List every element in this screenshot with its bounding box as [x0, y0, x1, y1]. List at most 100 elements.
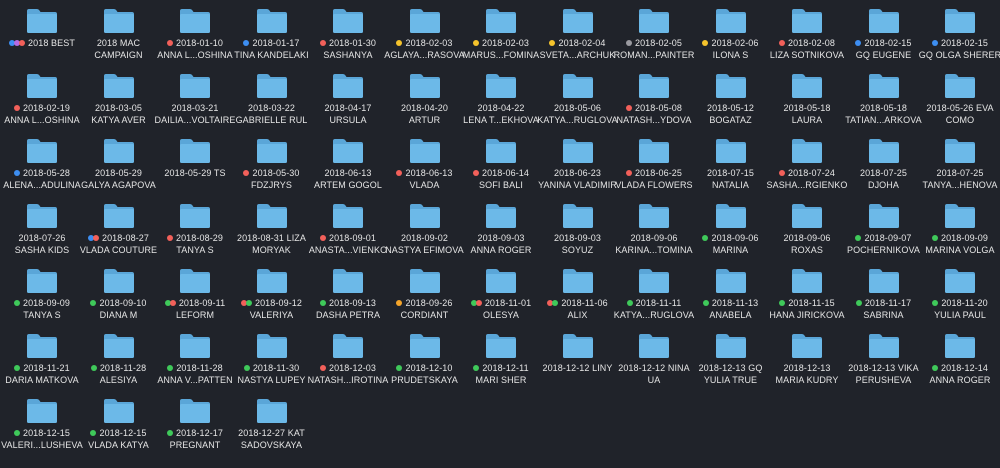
folder-item[interactable]: 2018-09-01 ANASTA...VIENKO	[309, 197, 387, 261]
folder-label[interactable]: 2018-04-22 LENA T...EKHOVA	[457, 102, 545, 126]
folder-icon[interactable]	[26, 267, 58, 294]
folder-icon[interactable]	[868, 137, 900, 164]
folder-label[interactable]: 2018-05-12 BOGATAZ	[687, 102, 775, 126]
folder-icon[interactable]	[791, 7, 823, 34]
folder-icon[interactable]	[409, 267, 441, 294]
folder-label[interactable]: 2018-12-14 ANNA ROGER	[916, 362, 1000, 386]
folder-item[interactable]: 2018-03-21 DAILIA...VOLTAIRE	[155, 67, 235, 131]
folder-item[interactable]: 2018-02-15 GQ EUGENE	[846, 2, 922, 66]
folder-icon[interactable]	[638, 137, 670, 164]
folder-icon[interactable]	[409, 137, 441, 164]
folder-icon[interactable]	[868, 332, 900, 359]
folder-item[interactable]: 2018-09-06 MARINA	[693, 197, 769, 261]
folder-item[interactable]: 2018-02-08 LIZA SOTNIKOVA	[769, 2, 845, 66]
folder-icon[interactable]	[485, 267, 517, 294]
folder-label[interactable]: 2018-12-13 VIKA PERUSHEVA	[840, 362, 928, 386]
folder-label[interactable]: 2018-09-10 DIANA M	[75, 297, 163, 321]
folder-label[interactable]: 2018-02-05 ROMAN...PAINTER	[610, 37, 698, 61]
folder-item[interactable]: 2018-09-03 SOYUZ	[540, 197, 616, 261]
folder-item[interactable]: 2018 MAC CAMPAIGN	[81, 2, 157, 66]
folder-item[interactable]: 2018-02-19 ANNA L...OSHINA	[4, 67, 80, 131]
folder-icon[interactable]	[103, 137, 135, 164]
folder-label[interactable]: 2018-05-29 GALYA AGAPOVA	[75, 167, 163, 191]
folder-icon[interactable]	[256, 202, 288, 229]
folder-item[interactable]: 2018-05-18 TATIAN...ARKOVA	[845, 67, 922, 131]
folder-label[interactable]: 2018-12-15 VALERI...LUSHEVA	[0, 427, 86, 451]
folder-label[interactable]: 2018-05-28 ALENA...ADULINA	[0, 167, 86, 191]
folder-item[interactable]: 2018-05-08 NATASH...YDOVA	[616, 67, 692, 131]
folder-item[interactable]: 2018-11-30 NASTYA LUPEY	[234, 327, 310, 391]
folder-label[interactable]: 2018-09-09 TANYA S	[0, 297, 86, 321]
folder-icon[interactable]	[868, 7, 900, 34]
folder-icon[interactable]	[256, 7, 288, 34]
folder-item[interactable]: 2018-04-17 URSULA	[310, 67, 386, 131]
folder-label[interactable]: 2018-09-03 ANNA ROGER	[457, 232, 545, 256]
folder-label[interactable]: 2018-09-06 MARINA	[687, 232, 775, 256]
folder-label[interactable]: 2018-05-30 FDZJRYS	[228, 167, 316, 191]
folder-label[interactable]: 2018-06-13 VLADA	[381, 167, 469, 191]
folder-icon[interactable]	[944, 137, 976, 164]
folder-icon[interactable]	[638, 72, 670, 99]
folder-item[interactable]: 2018-06-23 YANINA VLADIMIR	[538, 132, 617, 196]
folder-label[interactable]: 2018-09-06 KARINA...TOMINA	[610, 232, 698, 256]
folder-item[interactable]: 2018-08-27 VLADA COUTURE	[80, 197, 157, 261]
folder-label[interactable]: 2018-07-24 SASHA...RGIENKO	[763, 167, 851, 191]
folder-item[interactable]: 2018-09-10 DIANA M	[81, 262, 157, 326]
folder-label[interactable]: 2018-08-29 TANYA S	[151, 232, 239, 256]
folder-item[interactable]: 2018-05-28 ALENA...ADULINA	[3, 132, 81, 196]
folder-item[interactable]: 2018-05-18 LAURA	[769, 67, 845, 131]
folder-label[interactable]: 2018-03-21 DAILIA...VOLTAIRE	[151, 102, 239, 126]
folder-icon[interactable]	[868, 267, 900, 294]
folder-item[interactable]: 2018-07-25 DJOHA	[846, 132, 922, 196]
folder-icon[interactable]	[26, 137, 58, 164]
folder-item[interactable]: 2018-01-30 SASHANYA	[310, 2, 386, 66]
folder-icon[interactable]	[638, 7, 670, 34]
folder-icon[interactable]	[791, 137, 823, 164]
folder-label[interactable]: 2018-04-20 ARTUR	[381, 102, 469, 126]
folder-icon[interactable]	[485, 72, 517, 99]
folder-icon[interactable]	[944, 7, 976, 34]
folder-label[interactable]: 2018-07-25 DJOHA	[840, 167, 928, 191]
folder-icon[interactable]	[562, 137, 594, 164]
folder-item[interactable]: 2018-11-20 YULIA PAUL	[922, 262, 998, 326]
folder-item[interactable]: 2018-03-05 KATYA AVER	[81, 67, 157, 131]
folder-item[interactable]: 2018-11-15 HANA JIRICKOVA	[769, 262, 845, 326]
folder-label[interactable]: 2018-12-15 VLADA KATYA	[75, 427, 163, 451]
folder-icon[interactable]	[332, 7, 364, 34]
folder-label[interactable]: 2018-02-15 GQ OLGA SHERER	[916, 37, 1000, 61]
folder-item[interactable]: 2018-06-13 ARTEM GOGOL	[310, 132, 386, 196]
folder-icon[interactable]	[256, 72, 288, 99]
folder-label[interactable]: 2018-05-18 LAURA	[763, 102, 851, 126]
folder-item[interactable]: 2018-12-12 NINA UA	[616, 327, 692, 391]
folder-label[interactable]: 2018-07-15 NATALIA	[687, 167, 775, 191]
folder-item[interactable]: 2018-07-24 SASHA...RGIENKO	[766, 132, 847, 196]
folder-icon[interactable]	[409, 202, 441, 229]
folder-icon[interactable]	[715, 202, 747, 229]
folder-label[interactable]: 2018-12-27 KAT SADOVSKAYA	[228, 427, 316, 451]
folder-label[interactable]: 2018-02-04 SVETA...ARCHUK	[534, 37, 622, 61]
folder-icon[interactable]	[26, 202, 58, 229]
folder-item[interactable]: 2018-01-10 ANNA L...OSHINA	[157, 2, 233, 66]
folder-icon[interactable]	[791, 267, 823, 294]
folder-label[interactable]: 2018-01-30 SASHANYA	[304, 37, 392, 61]
folder-label[interactable]: 2018-05-26 EVA COMO	[916, 102, 1000, 126]
folder-icon[interactable]	[179, 72, 211, 99]
folder-label[interactable]: 2018 BEST	[0, 37, 86, 49]
folder-item[interactable]: 2018-05-12 BOGATAZ	[693, 67, 769, 131]
folder-item[interactable]: 2018-12-15 VLADA KATYA	[81, 392, 157, 456]
folder-label[interactable]: 2018-01-17 TINA KANDELAKI	[228, 37, 316, 61]
folder-label[interactable]: 2018-12-13 GQ YULIA TRUE	[687, 362, 775, 386]
folder-label[interactable]: 2018-09-11 LEFORM	[151, 297, 239, 321]
folder-item[interactable]: 2018-12-10 PRUDETSKAYA	[387, 327, 463, 391]
folder-item[interactable]: 2018-12-13 GQ YULIA TRUE	[693, 327, 769, 391]
folder-label[interactable]: 2018-11-28 ALESIYA	[75, 362, 163, 386]
folder-icon[interactable]	[332, 332, 364, 359]
folder-label[interactable]: 2018-12-17 PREGNANT	[151, 427, 239, 451]
folder-icon[interactable]	[332, 137, 364, 164]
folder-label[interactable]: 2018 MAC CAMPAIGN	[75, 37, 163, 61]
folder-label[interactable]: 2018-06-25 VLADA FLOWERS	[610, 167, 698, 191]
folder-item[interactable]: 2018-11-28 ANNA V...PATTEN	[157, 327, 233, 391]
folder-label[interactable]: 2018-12-12 LINY	[534, 362, 622, 374]
folder-item[interactable]: 2018-11-11 KATYA...RUGLOVA	[614, 262, 694, 326]
folder-label[interactable]: 2018-09-06 ROXAS	[763, 232, 851, 256]
